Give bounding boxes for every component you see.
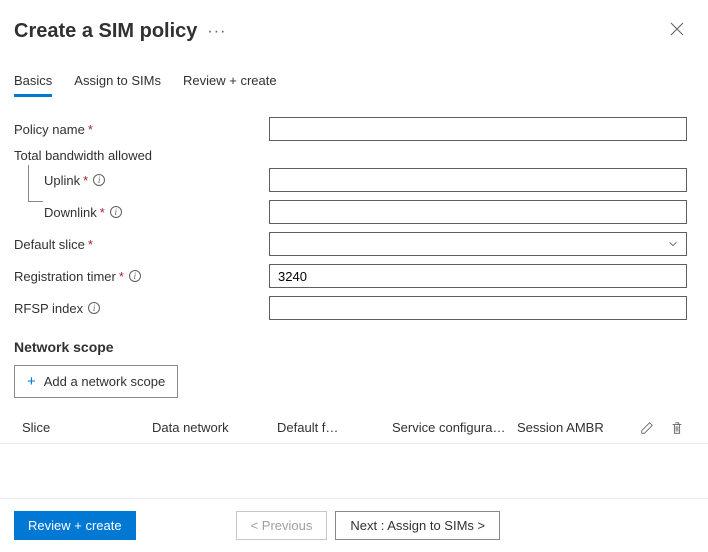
default-slice-select[interactable]	[269, 232, 687, 256]
chevron-down-icon	[668, 239, 678, 249]
previous-button: < Previous	[236, 511, 328, 540]
column-service-config: Service configura…	[392, 420, 517, 435]
info-icon[interactable]: i	[110, 206, 122, 218]
tab-bar: Basics Assign to SIMs Review + create	[0, 45, 708, 98]
add-network-scope-button[interactable]: + Add a network scope	[14, 365, 178, 398]
column-default-f: Default f…	[277, 420, 392, 435]
required-indicator: *	[88, 237, 93, 252]
edit-icon[interactable]	[640, 421, 654, 435]
info-icon[interactable]: i	[93, 174, 105, 186]
column-slice: Slice	[22, 420, 152, 435]
uplink-input[interactable]	[269, 168, 687, 192]
downlink-input[interactable]	[269, 200, 687, 224]
column-data-network: Data network	[152, 420, 277, 435]
network-scope-table-header: Slice Data network Default f… Service co…	[0, 398, 708, 444]
info-icon[interactable]: i	[129, 270, 141, 282]
uplink-label: Uplink	[44, 173, 80, 188]
review-create-button[interactable]: Review + create	[14, 511, 136, 540]
column-session-ambr: Session AMBR	[517, 420, 627, 435]
add-network-scope-label: Add a network scope	[44, 374, 165, 389]
default-slice-label: Default slice	[14, 237, 85, 252]
more-icon[interactable]: ···	[207, 23, 226, 41]
required-indicator: *	[88, 122, 93, 137]
required-indicator: *	[83, 173, 88, 188]
rfsp-index-label: RFSP index	[14, 301, 83, 316]
downlink-label: Downlink	[44, 205, 97, 220]
required-indicator: *	[100, 205, 105, 220]
registration-timer-label: Registration timer	[14, 269, 116, 284]
next-button[interactable]: Next : Assign to SIMs >	[335, 511, 500, 540]
rfsp-index-input[interactable]	[269, 296, 687, 320]
bandwidth-group-label: Total bandwidth allowed	[14, 148, 694, 163]
tab-basics[interactable]: Basics	[14, 73, 52, 97]
tab-review-create[interactable]: Review + create	[183, 73, 277, 97]
close-icon[interactable]	[666, 18, 688, 45]
delete-icon[interactable]	[670, 421, 684, 435]
plus-icon: +	[27, 373, 36, 390]
tab-assign-to-sims[interactable]: Assign to SIMs	[74, 73, 161, 97]
policy-name-input[interactable]	[269, 117, 687, 141]
page-title: Create a SIM policy	[14, 20, 197, 43]
required-indicator: *	[119, 269, 124, 284]
policy-name-label: Policy name	[14, 122, 85, 137]
network-scope-heading: Network scope	[14, 339, 694, 355]
info-icon[interactable]: i	[88, 302, 100, 314]
registration-timer-input[interactable]	[269, 264, 687, 288]
